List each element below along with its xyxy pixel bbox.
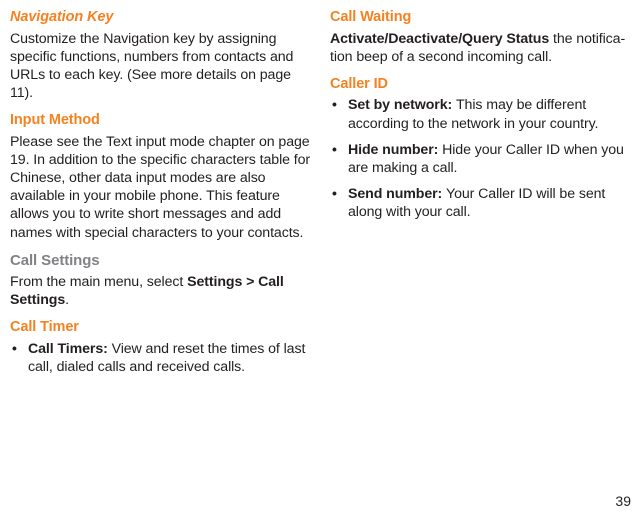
list-item: Hide number: Hide your Caller ID when yo…: [330, 141, 630, 177]
page: Navigation Key Customize the Navigation …: [0, 0, 641, 385]
para-navigation-key: Customize the Navigation key by assignin…: [10, 30, 310, 103]
list-item: Call Timers: View and reset the times of…: [10, 340, 310, 376]
list-item: Send number: Your Caller ID will be sent…: [330, 185, 630, 221]
page-number: 39: [615, 493, 631, 509]
item-label: Set by network:: [348, 97, 456, 113]
heading-call-settings: Call Settings: [10, 251, 310, 270]
list-item: Set by network: This may be different ac…: [330, 96, 630, 132]
list-call-timer: Call Timers: View and reset the times of…: [10, 340, 310, 376]
heading-call-timer: Call Timer: [10, 318, 310, 337]
heading-caller-id: Caller ID: [330, 75, 630, 94]
text: From the main menu, select: [10, 274, 187, 290]
text: .: [65, 292, 69, 308]
para-call-waiting: Activate/Deactivate/Query Status the not…: [330, 30, 630, 66]
list-caller-id: Set by network: This may be different ac…: [330, 96, 630, 221]
heading-navigation-key: Navigation Key: [10, 8, 310, 27]
heading-call-waiting: Call Waiting: [330, 8, 630, 27]
item-label: Hide number:: [348, 142, 442, 158]
right-column: Call Waiting Activate/Deactivate/Query S…: [330, 8, 630, 385]
item-label: Call Timers:: [28, 341, 112, 357]
item-label: Send number:: [348, 186, 446, 202]
left-column: Navigation Key Customize the Navigation …: [10, 8, 310, 385]
para-input-method: Please see the Text input mode chapter o…: [10, 133, 310, 242]
para-call-settings: From the main menu, select Settings > Ca…: [10, 273, 310, 309]
heading-input-method: Input Method: [10, 111, 310, 130]
bold-label: Activate/Deactivate/Query Status: [330, 31, 549, 47]
